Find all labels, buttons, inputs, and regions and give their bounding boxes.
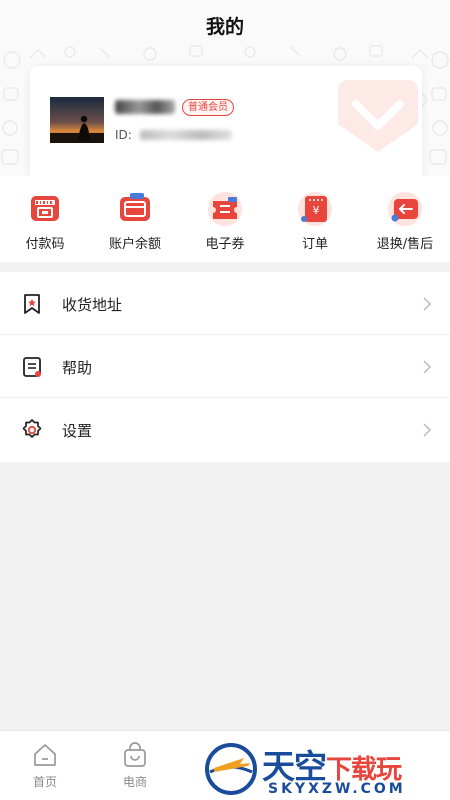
payment-code-icon	[31, 196, 59, 221]
tab-ecommerce[interactable]: 电商	[90, 731, 180, 800]
list-item-label: 设置	[62, 422, 93, 440]
settings-list: 收货地址 帮助 设置	[0, 272, 450, 462]
tab-label: 电商	[122, 775, 147, 789]
quick-item-payment-code[interactable]: 付款码	[0, 176, 90, 262]
svg-text:¥: ¥	[313, 204, 320, 217]
member-level-badge: 普通会员	[182, 99, 234, 116]
list-item-settings[interactable]: 设置	[0, 398, 450, 461]
list-item-label: 帮助	[62, 359, 93, 377]
shopping-bag-icon	[124, 742, 146, 767]
profile-header: 我的 普通会员 ID:	[0, 0, 450, 176]
chevron-right-icon	[423, 297, 432, 311]
avatar[interactable]	[50, 97, 104, 143]
quick-item-orders[interactable]: ¥ 订单	[270, 176, 360, 262]
address-bookmark-icon	[24, 294, 40, 314]
settings-gear-icon	[22, 419, 42, 438]
chevron-right-icon	[423, 360, 432, 374]
quick-item-account-balance[interactable]: 账户余额	[90, 176, 180, 262]
home-icon	[34, 744, 56, 766]
quick-item-label: 付款码	[25, 237, 65, 252]
quick-item-label: 账户余额	[108, 237, 161, 252]
coupon-ticket-icon	[208, 192, 242, 226]
help-document-icon	[23, 357, 41, 377]
quick-item-label: 订单	[301, 237, 328, 252]
return-refund-icon	[388, 192, 422, 226]
list-item-help[interactable]: 帮助	[0, 335, 450, 398]
order-receipt-icon: ¥	[298, 192, 332, 226]
wallet-card-icon	[120, 193, 150, 221]
page-title: 我的	[205, 16, 244, 38]
card-check-watermark-icon	[338, 80, 418, 152]
quick-item-label: 电子券	[205, 237, 245, 252]
airplane-globe-logo-icon	[205, 743, 257, 795]
quick-item-return-refund[interactable]: 退换/售后	[360, 176, 450, 262]
tab-label: 首页	[32, 775, 57, 789]
username-blurred	[115, 100, 175, 114]
quick-item-label: 退换/售后	[376, 237, 434, 252]
user-id-blurred	[140, 130, 232, 140]
watermark-url: SKYXZW.COM	[268, 781, 406, 797]
user-id-label: ID:	[115, 128, 132, 142]
profile-card[interactable]: 普通会员 ID:	[30, 66, 422, 176]
quick-item-e-coupon[interactable]: 电子券	[180, 176, 270, 262]
chevron-right-icon	[423, 423, 432, 437]
list-item-shipping-address[interactable]: 收货地址	[0, 272, 450, 335]
list-item-label: 收货地址	[62, 296, 123, 314]
quick-actions-row: 付款码 账户余额 电子券 ¥ 订单 退换/售后	[0, 176, 450, 262]
tab-home[interactable]: 首页	[0, 731, 90, 800]
site-watermark: 天空下载玩 SKYXZW.COM	[200, 738, 450, 800]
